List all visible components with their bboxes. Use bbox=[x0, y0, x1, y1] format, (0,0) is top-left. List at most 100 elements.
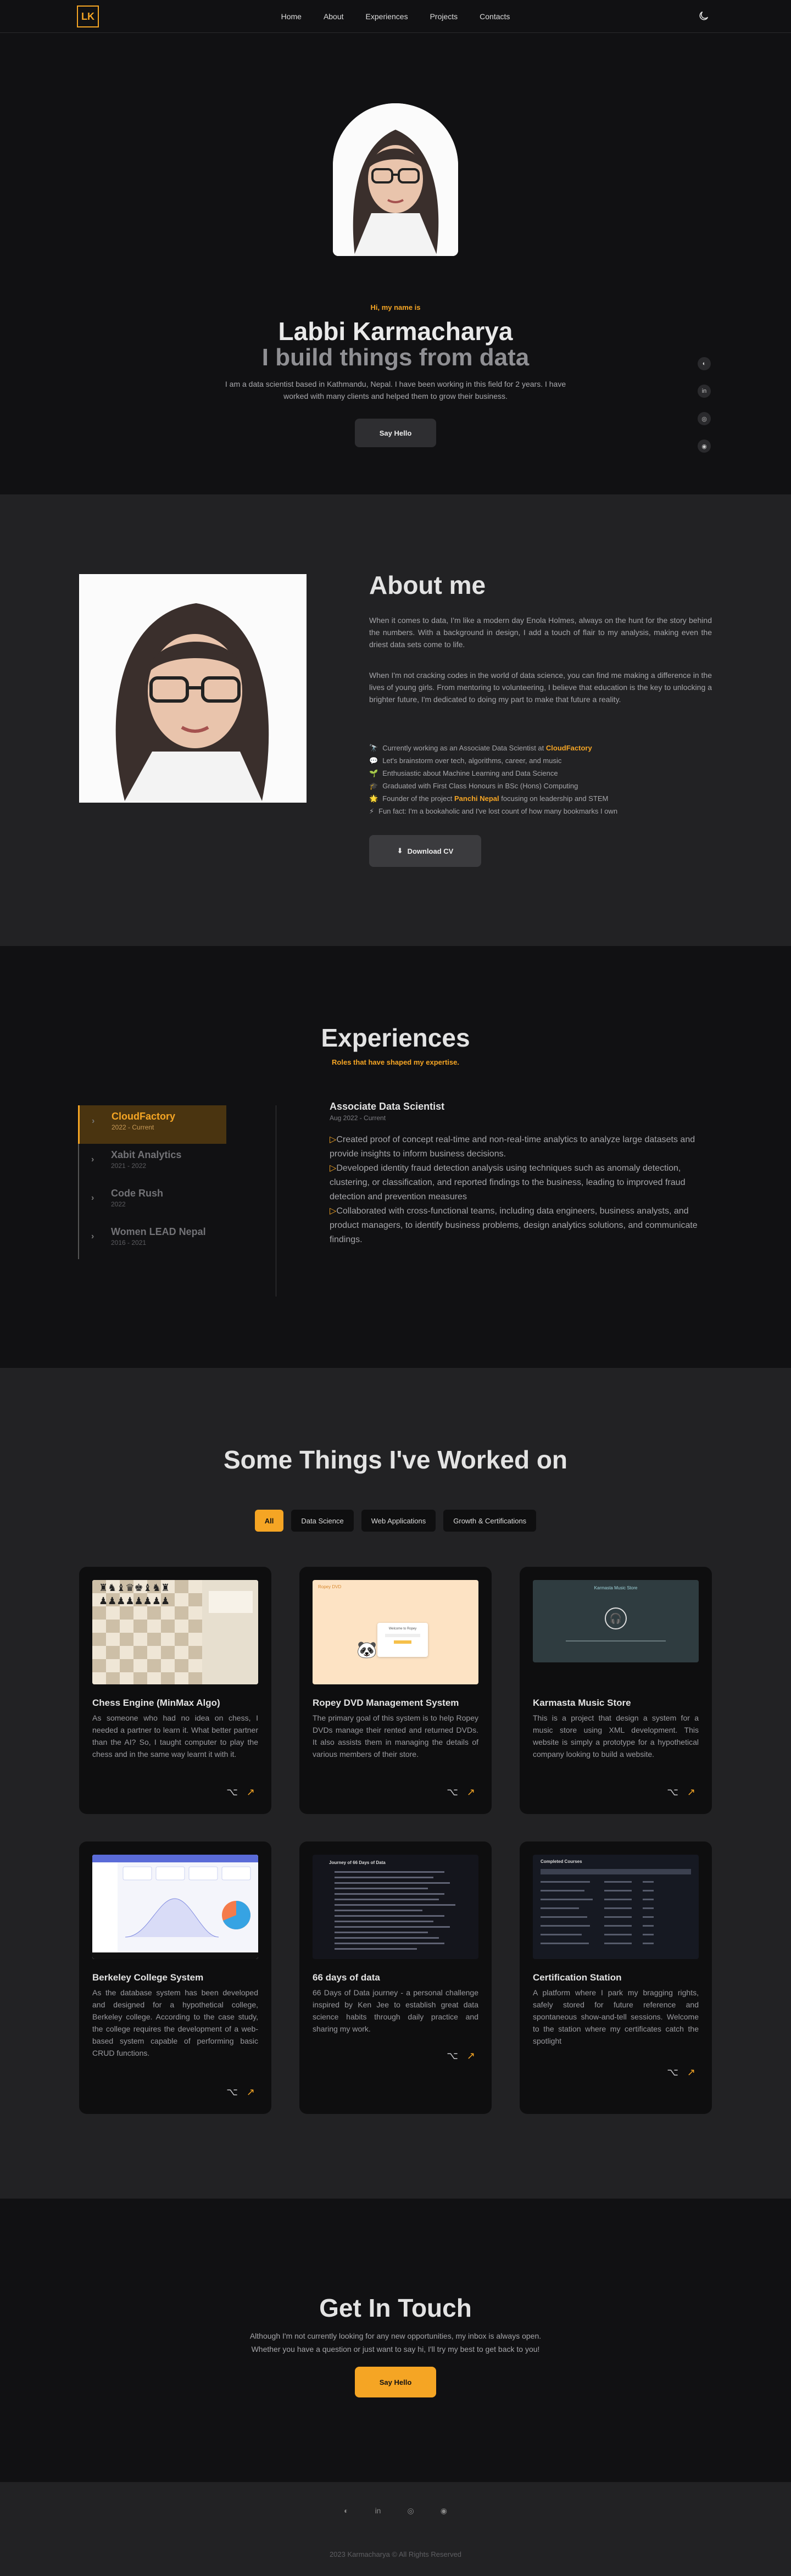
external-link-icon[interactable]: ↗ bbox=[467, 1787, 475, 1798]
project-links: ⌥ ↗ bbox=[226, 1787, 255, 1798]
moon-icon[interactable] bbox=[698, 10, 710, 22]
project-description: The primary goal of this system is to he… bbox=[313, 1713, 478, 1759]
panda-icon: 🐼 bbox=[356, 1641, 377, 1659]
chevron-right-icon: › bbox=[91, 1232, 94, 1241]
download-icon: ⬇ bbox=[397, 847, 403, 855]
headphones-icon: 🎧 bbox=[605, 1607, 627, 1629]
github-icon[interactable]: ⌥ bbox=[447, 1787, 458, 1798]
role-bullets: ▷Created proof of concept real-time and … bbox=[330, 1133, 714, 1247]
tab-years: 2021 - 2022 bbox=[111, 1162, 147, 1170]
nav-about[interactable]: About bbox=[324, 12, 344, 21]
footer-social: ◐ in ◎ ◉ bbox=[0, 2506, 791, 2516]
project-title: Karmasta Music Store bbox=[533, 1698, 631, 1708]
hero-tagline: I build things from data bbox=[261, 344, 530, 371]
project-description: A platform where I park my bragging righ… bbox=[533, 1988, 699, 2045]
fact-item: 🔭 Currently working as an Associate Data … bbox=[369, 744, 592, 752]
chess-thumbnail: ♜♞♝♛♚♝♞♜ ♟♟♟♟♟♟♟♟ bbox=[92, 1580, 258, 1684]
github-icon[interactable]: ⌥ bbox=[667, 1787, 678, 1798]
project-card[interactable]: Journey of 66 Days of Data 66 days of da… bbox=[299, 1841, 492, 2114]
chevron-right-icon: › bbox=[91, 1193, 94, 1203]
project-links: ⌥ ↗ bbox=[447, 2050, 475, 2062]
arrow-icon: ▷ bbox=[330, 1164, 337, 1173]
fact-item: 🌟 Founder of the project Panchi Nepal foc… bbox=[369, 794, 609, 803]
project-links: ⌥ ↗ bbox=[667, 2067, 695, 2078]
tab-cloudfactory[interactable]: › CloudFactory 2022 - Current bbox=[78, 1105, 226, 1144]
filter-data-science[interactable]: Data Science bbox=[291, 1510, 354, 1532]
discord-icon[interactable]: ◉ bbox=[441, 2506, 447, 2516]
external-link-icon[interactable]: ↗ bbox=[467, 2050, 475, 2062]
project-title: Berkeley College System bbox=[92, 1972, 204, 1983]
github-icon[interactable]: ⌥ bbox=[226, 2087, 238, 2098]
github-icon[interactable]: ⌥ bbox=[667, 2067, 678, 2078]
linkedin-icon[interactable]: in bbox=[375, 2506, 381, 2516]
project-filters: All Data Science Web Applications Growth… bbox=[0, 1510, 791, 1532]
experiences-section: Experiences Roles that have shaped my ex… bbox=[0, 946, 791, 1368]
thumb-panel-title: Welcome to Ropey bbox=[388, 1627, 417, 1631]
svg-text:♜♞♝♛♚♝♞♜: ♜♞♝♛♚♝♞♜ bbox=[99, 1582, 170, 1594]
external-link-icon[interactable]: ↗ bbox=[247, 2087, 255, 2098]
project-card[interactable]: Berkeley College System As the database … bbox=[79, 1841, 271, 2114]
fact-icon: 🌟 bbox=[369, 794, 378, 803]
github-icon[interactable]: ⌥ bbox=[226, 1787, 238, 1798]
github-icon[interactable]: ◐ bbox=[698, 357, 711, 370]
role-title: Associate Data Scientist bbox=[330, 1101, 445, 1112]
project-card[interactable]: Ropey DVD Welcome to Ropey 🐼 Ropey DVD M… bbox=[299, 1567, 492, 1814]
about-portrait bbox=[79, 574, 307, 803]
nav-home[interactable]: Home bbox=[281, 12, 302, 21]
hero-name: Labbi Karmacharya bbox=[278, 317, 513, 346]
fact-icon: 🌱 bbox=[369, 769, 378, 777]
github-icon[interactable]: ⌥ bbox=[447, 2050, 458, 2062]
tab-company: CloudFactory bbox=[112, 1111, 176, 1122]
certification-thumbnail: Completed Courses bbox=[533, 1855, 699, 1959]
project-description: As someone who had no idea on chess, I n… bbox=[92, 1713, 258, 1759]
hero-intro: I am a data scientist based in Kathmandu… bbox=[225, 380, 566, 400]
tab-women-lead-nepal[interactable]: › Women LEAD Nepal 2016 - 2021 bbox=[79, 1221, 226, 1259]
nav-contacts[interactable]: Contacts bbox=[480, 12, 510, 21]
fact-icon: 💬 bbox=[369, 756, 378, 765]
tab-code-rush[interactable]: › Code Rush 2022 bbox=[79, 1182, 226, 1221]
project-description: As the database system has been develope… bbox=[92, 1988, 258, 2057]
download-cv-button[interactable]: ⬇ Download CV bbox=[369, 835, 481, 867]
hero-section: Hi, my name is Labbi Karmacharya I build… bbox=[0, 33, 791, 494]
experience-tabs: › CloudFactory 2022 - Current › Xabit Analy… bbox=[78, 1105, 226, 1259]
project-card[interactable]: Karmasta Music Store 🎧 Karmasta Music St… bbox=[520, 1567, 712, 1814]
tab-years: 2022 - Current bbox=[112, 1123, 154, 1131]
contact-say-hello-button[interactable]: Say Hello bbox=[355, 2367, 436, 2397]
contact-line-1: Although I'm not currently looking for a… bbox=[249, 2332, 542, 2340]
project-title: Certification Station bbox=[533, 1972, 622, 1983]
social-sidebar: ◐ in ◎ ◉ bbox=[698, 357, 711, 453]
filter-web-applications[interactable]: Web Applications bbox=[361, 1510, 436, 1532]
project-title: Ropey DVD Management System bbox=[313, 1698, 459, 1708]
about-heading: About me bbox=[369, 571, 486, 599]
about-paragraph-1: When it comes to data, I'm like a modern… bbox=[369, 616, 712, 649]
instagram-icon[interactable]: ◎ bbox=[698, 412, 711, 425]
external-link-icon[interactable]: ↗ bbox=[687, 1787, 695, 1798]
tab-company: Xabit Analytics bbox=[111, 1149, 182, 1160]
nav-experiences[interactable]: Experiences bbox=[366, 12, 408, 21]
contact-section: Get In Touch Although I'm not currently … bbox=[0, 2199, 791, 2482]
svg-text:♟♟♟♟♟♟♟♟: ♟♟♟♟♟♟♟♟ bbox=[99, 1595, 170, 1607]
contact-heading: Get In Touch bbox=[319, 2294, 472, 2322]
ropey-dvd-thumbnail: Ropey DVD Welcome to Ropey 🐼 bbox=[313, 1580, 478, 1684]
chevron-right-icon: › bbox=[91, 1155, 94, 1164]
projects-section: Some Things I've Worked on All Data Scie… bbox=[0, 1368, 791, 2199]
filter-all[interactable]: All bbox=[254, 1510, 284, 1532]
project-card[interactable]: Completed Courses Certification Station bbox=[520, 1841, 712, 2114]
project-links: ⌥ ↗ bbox=[667, 1787, 695, 1798]
say-hello-button[interactable]: Say Hello bbox=[355, 419, 436, 447]
fact-item: 🎓 Graduated with First Class Honours in B… bbox=[369, 782, 578, 790]
external-link-icon[interactable]: ↗ bbox=[247, 1787, 255, 1798]
external-link-icon[interactable]: ↗ bbox=[687, 2067, 695, 2078]
github-icon[interactable]: ◐ bbox=[344, 2506, 348, 2516]
fact-icon: 🎓 bbox=[369, 782, 378, 790]
chevron-right-icon: › bbox=[92, 1116, 95, 1126]
music-store-thumbnail: Karmasta Music Store 🎧 bbox=[533, 1580, 699, 1662]
discord-icon[interactable]: ◉ bbox=[698, 439, 711, 453]
tab-xabit-analytics[interactable]: › Xabit Analytics 2021 - 2022 bbox=[79, 1144, 226, 1182]
instagram-icon[interactable]: ◎ bbox=[407, 2506, 414, 2516]
filter-growth-certifications[interactable]: Growth & Certifications bbox=[443, 1510, 537, 1532]
project-card[interactable]: ♜♞♝♛♚♝♞♜ ♟♟♟♟♟♟♟♟ Chess Engine (MinMax A… bbox=[79, 1567, 271, 1814]
fact-item: ⚡ Fun fact: I'm a bookaholic and I've los… bbox=[369, 807, 618, 815]
nav-projects[interactable]: Projects bbox=[430, 12, 458, 21]
linkedin-icon[interactable]: in bbox=[698, 385, 711, 398]
